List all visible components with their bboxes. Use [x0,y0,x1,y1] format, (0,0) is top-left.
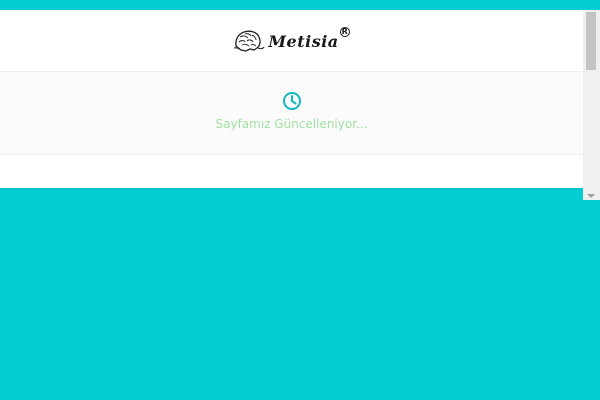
logo-text: Metisia [268,32,339,51]
maintenance-card: Metisia R Sayfamız Güncelleniyor... [0,10,583,188]
scroll-down-arrow-icon[interactable] [587,194,595,198]
page: Metisia R Sayfamız Güncelleniyor... [0,0,600,400]
site-logo[interactable]: Metisia R [232,26,350,54]
maintenance-message: Sayfamız Güncelleniyor... [215,117,368,131]
site-header: Metisia R [0,10,583,72]
maintenance-content: Sayfamız Güncelleniyor... [0,72,583,155]
head-illustration-icon [234,30,265,52]
vertical-scrollbar[interactable] [583,10,600,200]
registered-mark: R [339,26,350,37]
scrollbar-thumb[interactable] [586,12,596,70]
clock-icon [282,92,301,110]
